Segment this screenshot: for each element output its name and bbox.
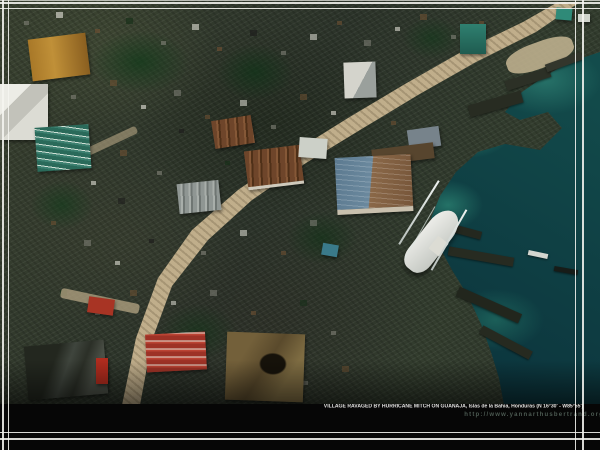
photo-red-wall-fragment <box>96 358 108 384</box>
photo-teal-shed <box>35 124 92 172</box>
frame-left-outer-line <box>2 0 4 450</box>
frame-left-inner-line <box>8 0 9 450</box>
caption-url: http://www.yannarthusbertrand.org <box>464 412 600 419</box>
photo-teal-house <box>556 7 573 20</box>
photo-white-shed <box>298 137 327 159</box>
caption-bar <box>0 404 600 450</box>
photo-blue-shack <box>321 243 339 258</box>
frame-right-inner-line <box>575 0 576 450</box>
photo-white-shed <box>578 14 590 22</box>
photo-olive-damaged-house <box>225 332 305 403</box>
photo-rusty-house <box>244 145 304 191</box>
photo-gray-house <box>177 180 222 214</box>
frame-top-edge-line <box>0 0 600 1</box>
photo-harbor-warehouse <box>335 154 414 215</box>
frame-top-outer-line <box>0 2 600 4</box>
photo-building-ochre-roof <box>28 33 91 82</box>
wallpaper-root: VILLAGE RAVAGED BY HURRICANE MITCH ON GU… <box>0 0 600 450</box>
photo-teal-house <box>460 24 486 54</box>
frame-bottom-inner-line <box>0 432 600 433</box>
frame-top-inner-line <box>0 8 600 9</box>
photo-red-shack <box>87 296 115 315</box>
photo-white-house <box>343 61 376 98</box>
photo-red-roof-house <box>145 331 207 372</box>
frame-right-outer-line <box>582 0 584 450</box>
frame-bottom-outer-line <box>0 438 600 440</box>
caption-title: VILLAGE RAVAGED BY HURRICANE MITCH ON GU… <box>323 404 583 410</box>
